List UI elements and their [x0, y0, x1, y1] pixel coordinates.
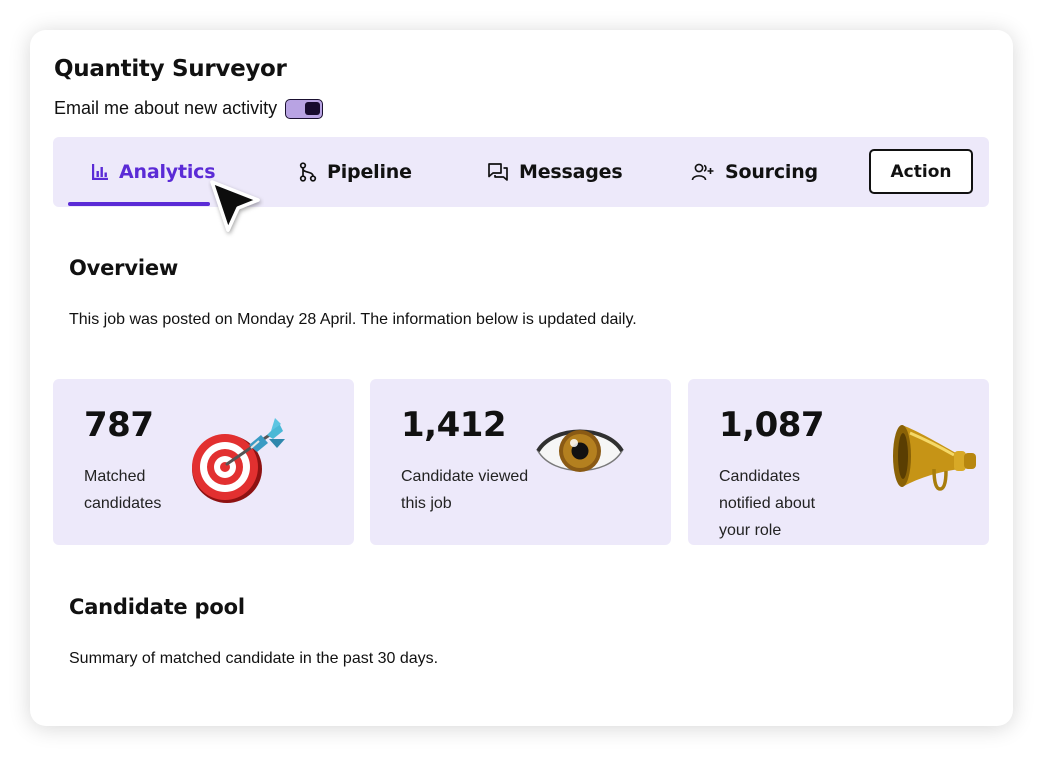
email-toggle-label: Email me about new activity [54, 98, 278, 118]
stat-label: Candidates notified about your role [719, 468, 816, 539]
add-user-icon [691, 163, 714, 181]
tab-messages-label: Messages [519, 161, 623, 183]
target-icon [192, 418, 285, 503]
stat-label: Candidate viewed this job [401, 468, 529, 512]
stat-card-matched: 787 Matched candidates [53, 379, 354, 545]
tab-analytics[interactable]: Analytics [91, 137, 216, 207]
email-toggle-switch[interactable] [285, 98, 324, 119]
active-tab-indicator [68, 202, 210, 206]
stat-value: 1,412 [401, 405, 507, 445]
candidate-pool-description: Summary of matched candidate in the past… [69, 650, 439, 667]
stat-value: 787 [84, 405, 154, 445]
eye-icon [536, 429, 624, 472]
tab-sourcing[interactable]: Sourcing [691, 137, 818, 207]
candidate-pool-title: Candidate pool [69, 595, 245, 619]
stat-value: 1,087 [719, 405, 825, 445]
email-toggle-row: Email me about new activity [54, 98, 324, 119]
stat-card-notified: 1,087 Candidates notified about your rol… [688, 379, 989, 545]
tab-pipeline[interactable]: Pipeline [299, 137, 412, 207]
toggle-knob [305, 101, 321, 115]
bar-chart-icon [92, 164, 108, 180]
tab-bar: Analytics Pipeline Messages Sourcing Act… [53, 137, 989, 207]
action-button[interactable]: Action [869, 149, 973, 194]
tab-analytics-label: Analytics [119, 161, 216, 183]
chat-icon [488, 163, 508, 181]
megaphone-icon [893, 425, 976, 491]
overview-description: This job was posted on Monday 28 April. … [69, 311, 637, 328]
mouse-pointer-icon [210, 180, 260, 232]
tab-sourcing-label: Sourcing [725, 161, 818, 183]
job-title: Quantity Surveyor [54, 56, 287, 82]
branch-icon [299, 162, 317, 182]
overview-title: Overview [69, 256, 179, 280]
job-card: Quantity Surveyor Email me about new act… [30, 30, 1013, 726]
tab-messages[interactable]: Messages [487, 137, 623, 207]
stat-card-viewed: 1,412 Candidate viewed this job [370, 379, 671, 545]
tab-pipeline-label: Pipeline [327, 161, 412, 183]
